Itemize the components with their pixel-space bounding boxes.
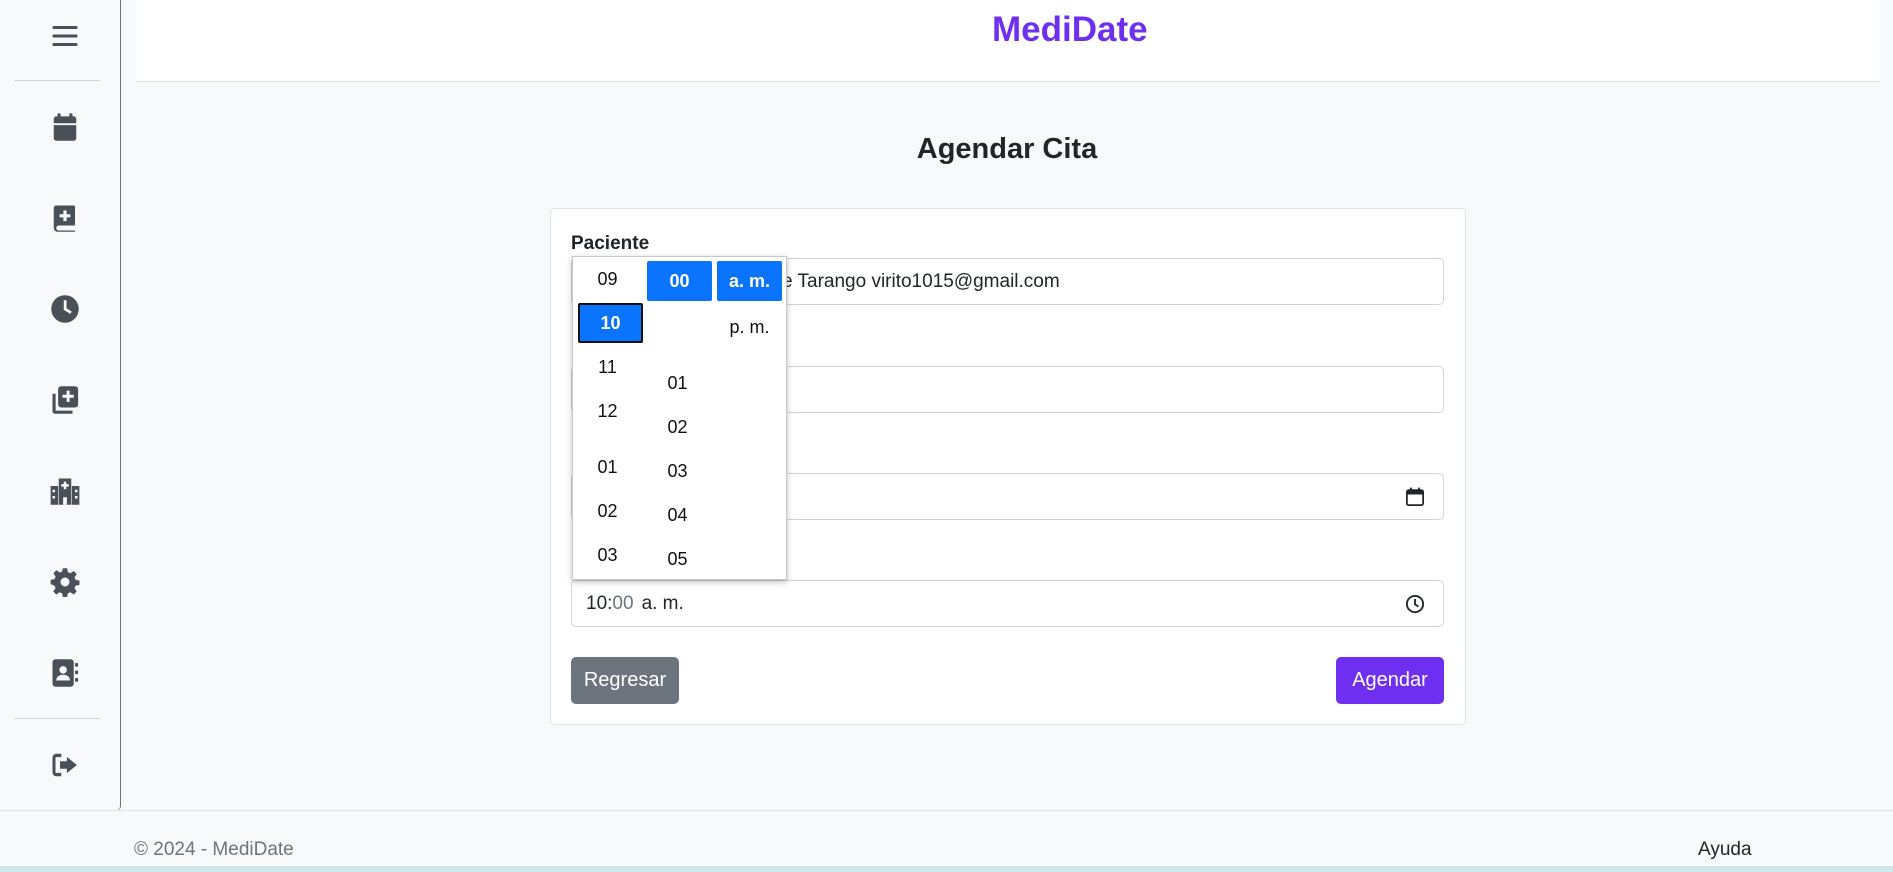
hour-option[interactable]: 01 — [575, 447, 640, 487]
minute-option[interactable]: 04 — [645, 495, 710, 535]
hour-option-selected[interactable]: 10 — [578, 303, 643, 343]
minute-option[interactable]: 01 — [645, 363, 710, 403]
hour-option[interactable]: 09 — [575, 259, 640, 299]
hospital-icon[interactable] — [48, 474, 82, 508]
brand-logo[interactable]: MediDate — [992, 10, 1148, 50]
book-medical-icon[interactable] — [48, 201, 82, 235]
sidebar-divider — [14, 718, 100, 719]
add-copy-icon[interactable] — [48, 383, 82, 417]
sidebar-divider — [14, 80, 100, 81]
time-period-value[interactable]: a. m. — [642, 593, 684, 615]
logout-icon[interactable] — [48, 748, 82, 782]
contact-card-icon[interactable] — [48, 656, 82, 690]
window-bottom-edge — [0, 866, 1893, 872]
minute-option[interactable]: 03 — [645, 451, 710, 491]
minute-option-selected[interactable]: 00 — [647, 261, 712, 301]
hour-option[interactable]: 11 — [575, 347, 640, 387]
patient-select-value: e Tarango virito1015@gmail.com — [782, 270, 1060, 292]
schedule-button[interactable]: Agendar — [1336, 657, 1444, 704]
minute-option[interactable]: 02 — [645, 407, 710, 447]
gear-icon[interactable] — [48, 565, 82, 599]
minute-option[interactable]: 05 — [645, 539, 710, 579]
period-option-selected[interactable]: a. m. — [717, 261, 782, 301]
sidebar — [0, 0, 121, 810]
time-hour-value[interactable]: 10 — [586, 593, 607, 615]
time-picker-popup: 09 10 11 12 01 02 03 00 01 02 03 04 05 a… — [572, 256, 787, 580]
top-navbar: MediDate — [136, 0, 1880, 82]
help-link[interactable]: Ayuda — [1698, 839, 1752, 861]
clock-picker-icon[interactable] — [1405, 594, 1425, 614]
footer-copyright: © 2024 - MediDate — [134, 839, 294, 860]
patient-label: Paciente — [571, 233, 650, 254]
hour-option[interactable]: 02 — [575, 491, 640, 531]
calendar-picker-icon[interactable] — [1405, 487, 1425, 507]
page-title: Agendar Cita — [916, 133, 1098, 165]
hour-option[interactable]: 03 — [575, 535, 640, 575]
menu-icon[interactable] — [48, 19, 82, 53]
time-minute-value[interactable]: 00 — [612, 593, 633, 615]
hour-option[interactable]: 12 — [575, 391, 640, 431]
clock-icon[interactable] — [48, 292, 82, 326]
time-field[interactable]: 10:00 a. m. — [571, 580, 1444, 627]
back-button[interactable]: Regresar — [571, 657, 679, 704]
period-option[interactable]: p. m. — [717, 307, 782, 347]
